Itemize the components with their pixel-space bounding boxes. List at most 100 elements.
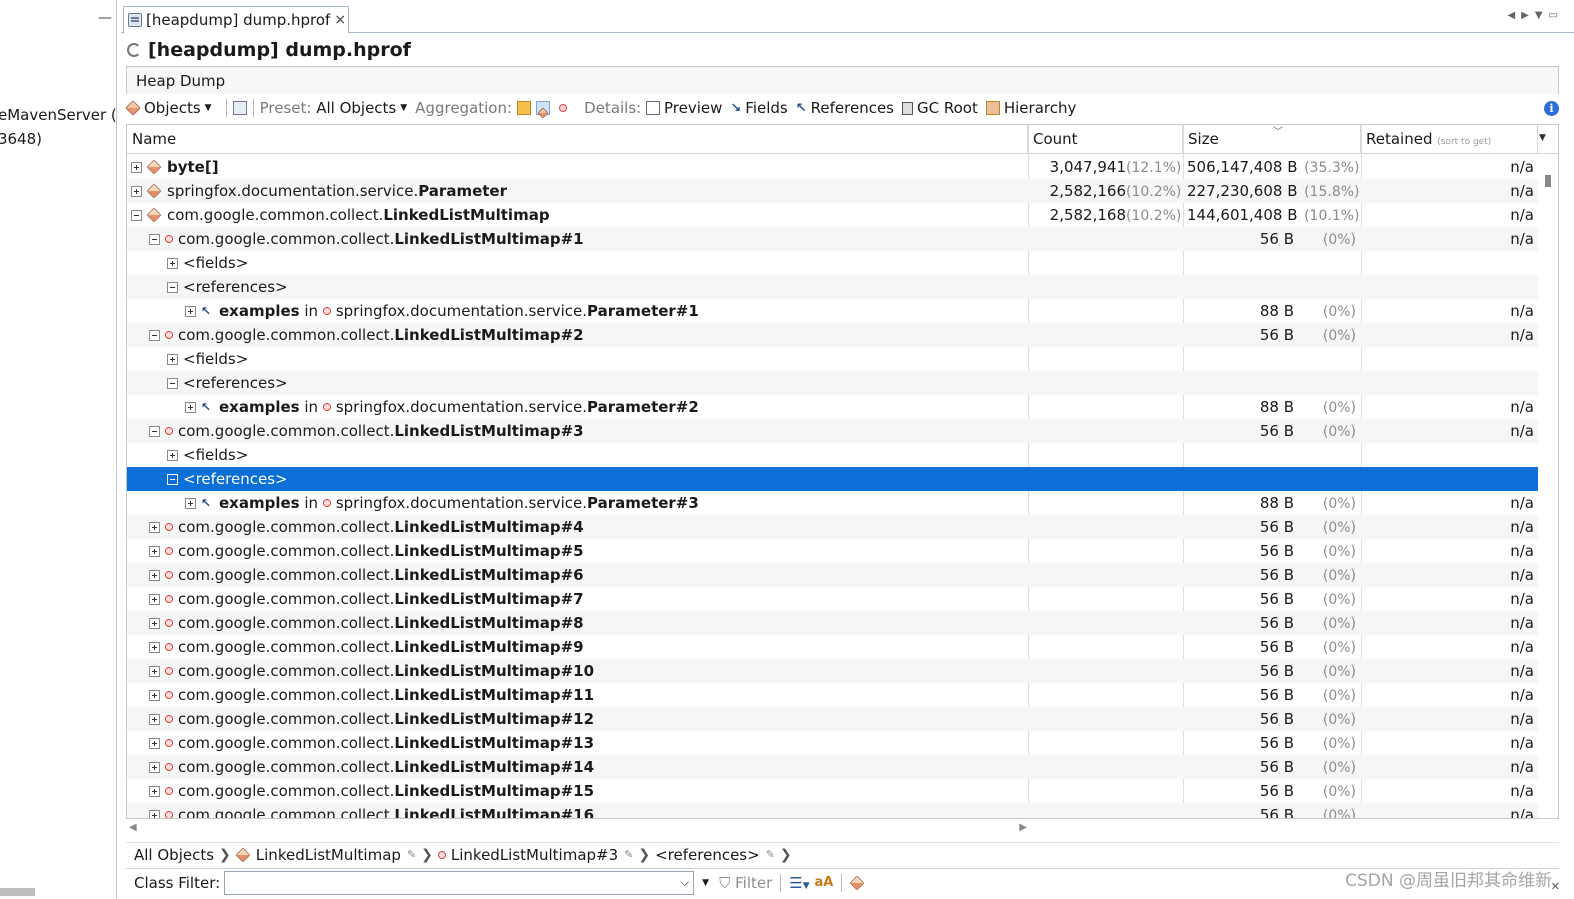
pin-icon[interactable]: ✎	[766, 848, 775, 861]
fields-button[interactable]: ↘ Fields	[730, 99, 787, 117]
left-scrollbar[interactable]	[0, 888, 35, 896]
collapse-icon[interactable]	[167, 377, 178, 389]
expand-icon[interactable]	[167, 353, 178, 365]
breadcrumb-references[interactable]: <references> ✎	[655, 846, 775, 864]
expand-icon[interactable]	[149, 785, 160, 797]
aggregation-instances-icon[interactable]	[559, 104, 568, 112]
table-row[interactable]: <references>	[127, 275, 1538, 299]
table-row[interactable]: <fields>	[127, 347, 1538, 371]
column-chooser-icon[interactable]: ▼	[1539, 133, 1546, 143]
expand-icon[interactable]	[185, 401, 196, 413]
table-row[interactable]: com.google.common.collect. LinkedListMult…	[127, 755, 1538, 779]
filter-button[interactable]: ⛉ Filter	[719, 874, 772, 892]
table-row[interactable]: <references>	[127, 467, 1538, 491]
expand-icon[interactable]	[149, 737, 160, 749]
tab-navigation-controls[interactable]: ◀▶▼▭	[1507, 10, 1564, 21]
column-name[interactable]: Name	[127, 125, 1028, 154]
process-pid[interactable]: 3648)	[0, 130, 42, 148]
table-row[interactable]: ↖ examples in springfox.documentation.ser…	[127, 491, 1538, 515]
scrollbar-thumb[interactable]	[1545, 175, 1551, 187]
breadcrumb-class[interactable]: LinkedListMultimap ✎	[235, 846, 416, 864]
table-row[interactable]: com.google.common.collect. LinkedListMult…	[127, 515, 1538, 539]
aggregation-packages-icon[interactable]	[516, 101, 531, 115]
expand-icon[interactable]	[149, 545, 160, 557]
minimize-icon[interactable]: —	[98, 10, 112, 26]
pin-icon[interactable]: ✎	[407, 848, 416, 861]
process-label[interactable]: eMavenServer (p	[0, 106, 116, 124]
expand-icon[interactable]	[149, 665, 160, 677]
table-row[interactable]: springfox.documentation.service. Paramete…	[127, 179, 1538, 203]
table-row[interactable]: com.google.common.collect. LinkedListMult…	[127, 539, 1538, 563]
table-row[interactable]: com.google.common.collect. LinkedListMult…	[127, 683, 1538, 707]
expand-icon[interactable]	[149, 713, 160, 725]
table-row[interactable]: com.google.common.collect. LinkedListMult…	[127, 635, 1538, 659]
horizontal-scrollbar[interactable]: ◀ ▶	[126, 819, 1027, 837]
collapse-icon[interactable]	[149, 233, 160, 245]
expand-icon[interactable]	[167, 449, 178, 461]
scroll-right-icon[interactable]: ▶	[1019, 822, 1027, 833]
column-size[interactable]: Size	[1183, 125, 1361, 154]
hierarchy-button[interactable]: Hierarchy	[985, 99, 1076, 117]
breadcrumb-instance[interactable]: LinkedListMultimap#3 ✎	[437, 846, 633, 864]
collapse-icon[interactable]	[167, 473, 178, 485]
table-row[interactable]: com.google.common.collect. LinkedListMult…	[127, 803, 1538, 818]
table-row[interactable]: com.google.common.collect. LinkedListMult…	[127, 323, 1538, 347]
expand-icon[interactable]	[149, 641, 160, 653]
expand-icon[interactable]	[149, 569, 160, 581]
references-button[interactable]: ↖ References	[796, 99, 894, 117]
table-row[interactable]: byte[] 3,047,941(12.1%) 506,147,408 B (35.3…	[127, 155, 1538, 179]
table-row[interactable]: com.google.common.collect. LinkedListMult…	[127, 563, 1538, 587]
scroll-left-icon[interactable]: ◀	[129, 822, 137, 833]
expand-icon[interactable]	[185, 497, 196, 509]
tab-heapdump[interactable]: [heapdump] dump.hprof ×	[123, 6, 349, 34]
collapse-icon[interactable]	[167, 281, 178, 293]
column-count[interactable]: Count	[1028, 125, 1183, 154]
close-tab-icon[interactable]: ×	[334, 12, 346, 28]
collapse-icon[interactable]	[149, 329, 160, 341]
preset-dropdown[interactable]: All Objects ▼	[316, 99, 407, 117]
gc-root-button[interactable]: GC Root	[902, 99, 978, 117]
collapse-icon[interactable]	[149, 425, 160, 437]
refresh-icon[interactable]	[127, 43, 141, 57]
table-row[interactable]: <references>	[127, 371, 1538, 395]
close-icon[interactable]: ✕	[1551, 880, 1560, 893]
info-icon[interactable]: i	[1544, 100, 1559, 116]
objects-dropdown[interactable]: Objects ▼	[125, 99, 212, 117]
expand-icon[interactable]	[149, 617, 160, 629]
table-row[interactable]: com.google.common.collect. LinkedListMult…	[127, 731, 1538, 755]
table-row[interactable]: com.google.common.collect. LinkedListMult…	[127, 707, 1538, 731]
table-row[interactable]: com.google.common.collect. LinkedListMult…	[127, 227, 1538, 251]
table-row[interactable]: com.google.common.collect. LinkedListMult…	[127, 203, 1538, 227]
class-filter-icon[interactable]	[849, 875, 865, 890]
table-row[interactable]: com.google.common.collect. LinkedListMult…	[127, 659, 1538, 683]
save-view-icon[interactable]	[232, 101, 247, 115]
table-row[interactable]: com.google.common.collect. LinkedListMult…	[127, 419, 1538, 443]
class-filter-input[interactable]: ⌵	[224, 870, 695, 895]
expand-icon[interactable]	[167, 257, 178, 269]
table-row[interactable]: <fields>	[127, 443, 1538, 467]
pin-icon[interactable]: ✎	[624, 848, 633, 861]
aggregation-classes-icon[interactable]	[535, 101, 550, 119]
expand-icon[interactable]	[149, 761, 160, 773]
expand-icon[interactable]	[149, 689, 160, 701]
column-retained[interactable]: Retained (sort to get)	[1361, 125, 1538, 154]
breadcrumb-all-objects[interactable]: All Objects	[134, 846, 214, 864]
match-case-icon[interactable]: aA	[814, 875, 833, 890]
expand-icon[interactable]	[149, 593, 160, 605]
expand-icon[interactable]	[131, 161, 142, 173]
vertical-scrollbar[interactable]	[1538, 155, 1558, 818]
table-row[interactable]: com.google.common.collect. LinkedListMult…	[127, 587, 1538, 611]
table-row[interactable]: <fields>	[127, 251, 1538, 275]
expand-icon[interactable]	[185, 305, 196, 317]
list-options-icon[interactable]: ☰▼	[789, 874, 809, 892]
filter-history-dropdown-icon[interactable]: ⌵	[680, 875, 689, 890]
expand-icon[interactable]	[149, 521, 160, 533]
preview-button[interactable]: Preview	[646, 99, 722, 117]
table-row[interactable]: ↖ examples in springfox.documentation.ser…	[127, 299, 1538, 323]
expand-icon[interactable]	[131, 185, 142, 197]
filter-mode-dropdown-icon[interactable]: ▼	[702, 878, 709, 888]
table-row[interactable]: com.google.common.collect. LinkedListMult…	[127, 779, 1538, 803]
collapse-icon[interactable]	[131, 209, 142, 221]
expand-icon[interactable]	[149, 809, 160, 818]
table-row[interactable]: ↖ examples in springfox.documentation.ser…	[127, 395, 1538, 419]
